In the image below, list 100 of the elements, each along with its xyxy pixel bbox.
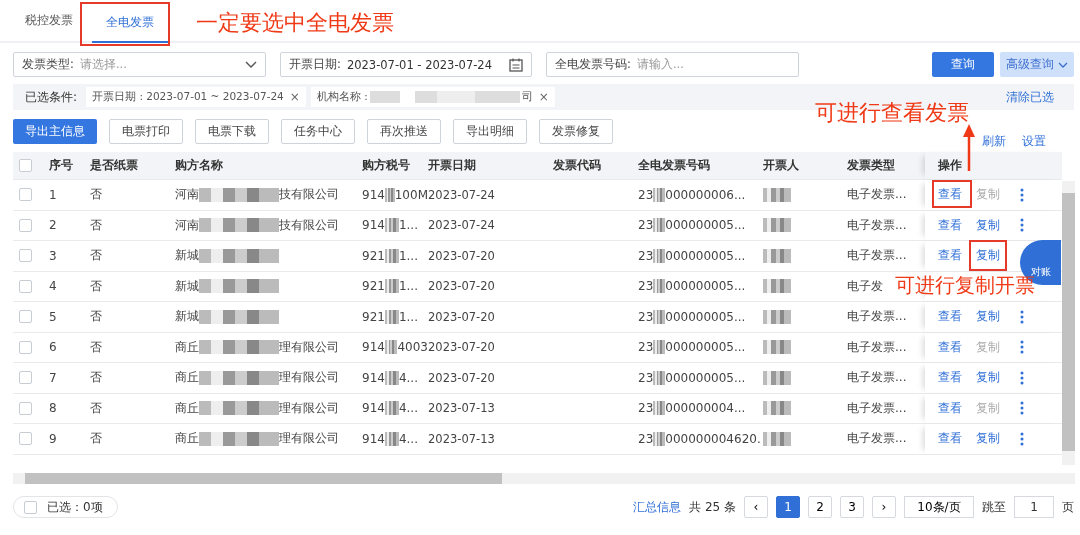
checkbox[interactable]	[19, 279, 32, 293]
table-cell-text: 7	[49, 370, 58, 385]
copy-link[interactable]: 复制	[976, 216, 1000, 234]
summary-link[interactable]: 汇总信息	[633, 498, 682, 516]
action-button[interactable]: 导出主信息	[13, 118, 97, 144]
table-cell: 电子发	[847, 278, 883, 293]
checkbox[interactable]	[19, 340, 32, 354]
table-cell-text: 1	[49, 187, 58, 202]
column-header: 序号	[49, 157, 74, 174]
checkbox[interactable]	[19, 401, 32, 415]
horizontal-scrollbar[interactable]	[13, 473, 1075, 484]
checkbox[interactable]	[19, 159, 32, 172]
column-header: 全电发票号码	[638, 157, 711, 174]
checkbox[interactable]	[24, 500, 37, 514]
pixelated-area	[653, 279, 666, 294]
table-cell: 电子发票...	[847, 248, 907, 263]
table-cell: 921	[362, 279, 385, 294]
table-cell: 电子发票...	[847, 187, 907, 202]
page-button[interactable]: 1	[776, 496, 800, 518]
pixelated-area	[763, 248, 791, 263]
table-cell: 914	[362, 218, 385, 233]
copy-link[interactable]: 复制	[976, 247, 1000, 265]
view-link[interactable]: 查看	[938, 430, 962, 448]
tab[interactable]: 全电发票	[92, 14, 168, 43]
table-link[interactable]: 刷新	[982, 133, 1006, 150]
table-cell: 23	[638, 431, 654, 446]
view-link[interactable]: 查看	[938, 338, 962, 356]
page-input[interactable]: 1	[1014, 496, 1054, 518]
table-cell-text: 2	[49, 218, 58, 233]
action-button[interactable]: 任务中心	[281, 118, 355, 144]
copy-link[interactable]: 复制	[976, 308, 1000, 326]
action-button[interactable]: 再次推送	[367, 118, 441, 144]
copy-link: 复制	[976, 186, 1000, 204]
pixelated-area	[653, 309, 666, 324]
table-cell: 23	[638, 340, 654, 355]
pixelated-area	[653, 340, 666, 355]
total-count: 共 25 条	[689, 498, 736, 516]
dropdown-field[interactable]: 发票类型: 请选择...	[13, 52, 266, 77]
table-cell: 914	[362, 187, 385, 202]
action-button[interactable]: 发票修复	[539, 118, 613, 144]
table-cell: 技有限公司	[279, 187, 339, 203]
chip-text: 司	[521, 90, 533, 104]
advanced-search-button[interactable]: 高级查询	[1000, 52, 1074, 77]
next-page-button[interactable]: ›	[872, 496, 896, 518]
table-cell-text: 9	[49, 431, 58, 446]
pixelated-area	[384, 279, 399, 294]
table-cell-text: 否	[90, 277, 103, 295]
copy-link[interactable]: 复制	[976, 369, 1000, 387]
table-cell: 000000005...	[665, 279, 746, 294]
view-link[interactable]: 查看	[938, 369, 962, 387]
table-cell: 000000005...	[665, 218, 746, 233]
table-cell: 4003	[397, 340, 428, 355]
tab[interactable]: 税控发票	[12, 12, 86, 41]
view-link[interactable]: 查看	[938, 247, 962, 265]
table-cell-text: 否	[90, 247, 103, 265]
close-icon[interactable]: ×	[538, 90, 549, 104]
highlight-frame	[969, 240, 1007, 271]
table-cell: 新城	[175, 278, 199, 294]
column-header: 操作	[925, 152, 1062, 179]
table-cell: 电子发票...	[847, 400, 907, 415]
table-cell-text: 2023-07-24	[428, 218, 496, 233]
search-button[interactable]: 查询	[932, 52, 994, 77]
checkbox[interactable]	[19, 371, 32, 385]
copy-link[interactable]: 复制	[976, 430, 1000, 448]
table-link[interactable]: 设置	[1022, 133, 1046, 150]
arrow-icon	[962, 124, 976, 172]
table-cell: 23	[638, 309, 654, 324]
table-cell: 电子发票...	[847, 431, 907, 446]
view-link[interactable]: 查看	[938, 216, 962, 234]
copy-link: 复制	[976, 338, 1000, 356]
view-link[interactable]: 查看	[938, 308, 962, 326]
table-cell: 914	[362, 340, 385, 355]
chevron-down-icon	[1058, 61, 1068, 68]
previous-page-button[interactable]: ‹	[744, 496, 768, 518]
view-link[interactable]: 查看	[938, 399, 962, 417]
page-button[interactable]: 2	[808, 496, 832, 518]
pixelated-area	[653, 248, 666, 263]
table-cell: 000000005...	[665, 340, 746, 355]
date-field[interactable]: 开票日期: 2023-07-01 - 2023-07-24	[280, 52, 532, 77]
table-cell: 河南	[175, 187, 199, 203]
table-cell-text: 否	[90, 399, 103, 417]
action-button[interactable]: 电票下载	[195, 118, 269, 144]
checkbox[interactable]	[19, 249, 32, 263]
close-icon[interactable]: ×	[289, 90, 300, 104]
vertical-scrollbar[interactable]	[1062, 181, 1075, 465]
page-button[interactable]: 3	[840, 496, 864, 518]
clear-link[interactable]: 清除已选	[1006, 88, 1054, 106]
column-header: 发票代码	[553, 157, 602, 174]
checkbox[interactable]	[19, 218, 32, 232]
pixelated-area	[763, 401, 791, 416]
pixelated-area	[384, 248, 399, 263]
input-field[interactable]: 全电发票号码: 请输入...	[546, 52, 799, 77]
checkbox[interactable]	[19, 310, 32, 324]
action-button[interactable]: 电票打印	[109, 118, 183, 144]
checkbox[interactable]	[19, 432, 32, 446]
action-button[interactable]: 导出明细	[453, 118, 527, 144]
table-cell: 理有限公司	[279, 339, 339, 355]
checkbox[interactable]	[19, 188, 32, 202]
page-size-dropdown[interactable]: 10条/页	[904, 496, 974, 518]
view-link[interactable]: 查看	[938, 186, 962, 204]
